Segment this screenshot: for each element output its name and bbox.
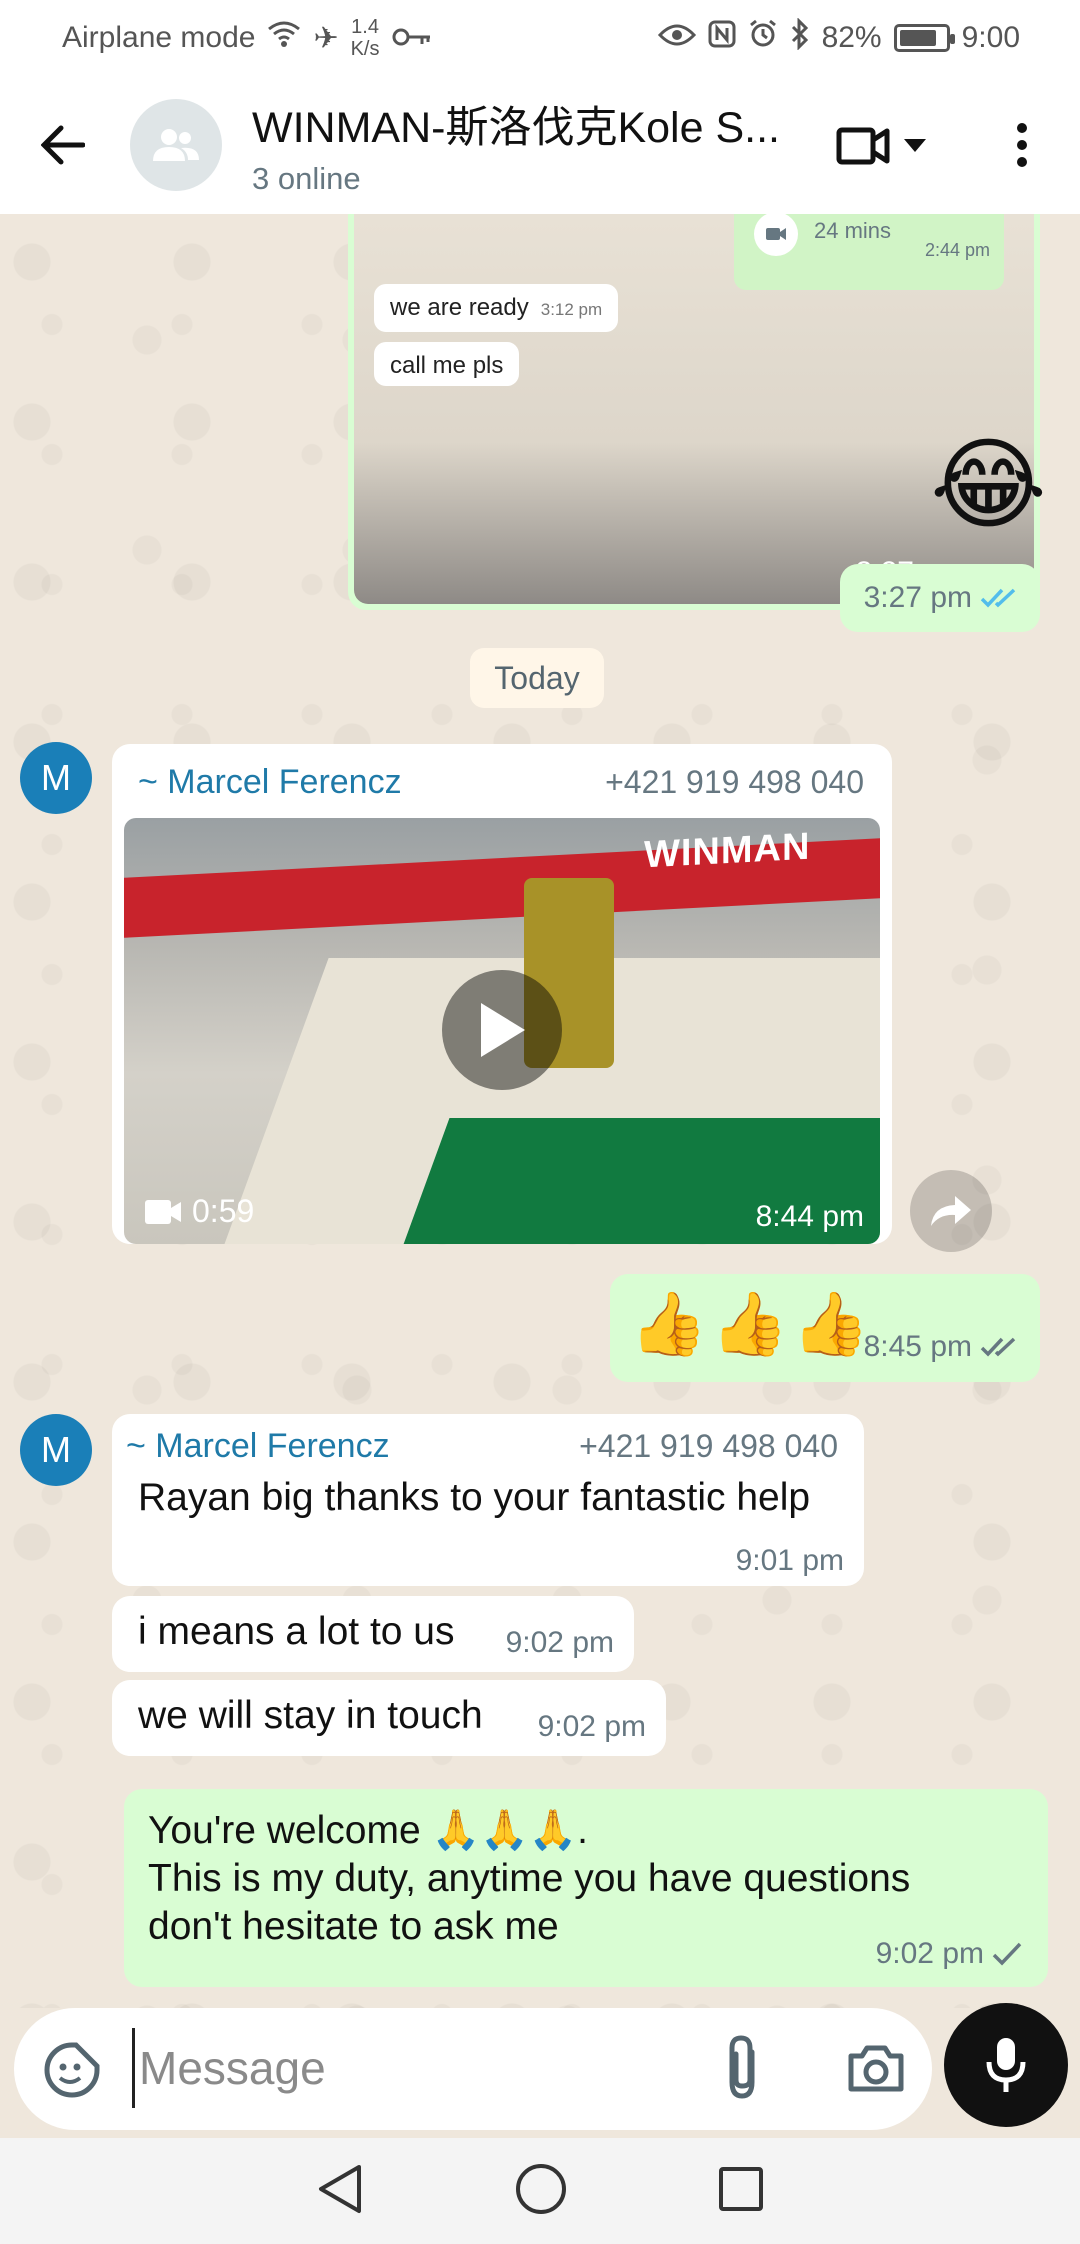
double-check-icon — [980, 1337, 1016, 1357]
airplane-icon: ✈ — [313, 21, 339, 55]
status-left: Airplane mode ✈ 1.4 K/s — [62, 16, 432, 60]
message-line: This is my duty, anytime you have questi… — [148, 1857, 911, 1900]
screenshot-call-time: 2:44 pm — [924, 240, 990, 260]
video-message[interactable]: ~ Marcel Ferencz +421 919 498 040 WINMAN… — [112, 744, 892, 1244]
sender-row: ~ Marcel Ferencz +421 919 498 040 — [124, 758, 880, 806]
header-text[interactable]: WINMAN-斯洛伐克Kole S... 3 online — [252, 93, 812, 197]
forward-icon[interactable] — [910, 1170, 992, 1252]
sender-avatar[interactable]: M — [20, 742, 92, 814]
video-call-icon — [754, 214, 798, 256]
battery-icon — [893, 24, 955, 52]
vpn-key-icon — [392, 21, 432, 55]
battery-percent: 82% — [821, 21, 882, 54]
group-icon — [153, 129, 199, 161]
message-time: 8:44 pm — [755, 1200, 864, 1233]
message-line: You're welcome 🙏🙏🙏. — [148, 1809, 589, 1852]
text-message[interactable]: i means a lot to us 9:02 pm — [112, 1596, 634, 1672]
message-input-bar — [14, 2008, 932, 2130]
message-input[interactable] — [132, 2028, 692, 2108]
wifi-icon — [267, 20, 301, 56]
message-time: 9:01 pm — [735, 1544, 844, 1577]
airplane-mode-label: Airplane mode — [62, 21, 256, 54]
video-duration: 0:59 — [144, 1193, 254, 1230]
chevron-down-icon — [904, 139, 926, 152]
check-icon — [992, 1942, 1022, 1966]
message-meta: 3:27 pm — [840, 564, 1040, 632]
clock: 9:00 — [961, 21, 1020, 54]
chat-header: WINMAN-斯洛伐克Kole S... 3 online — [0, 76, 1080, 214]
screenshot-call-duration: 24 mins — [814, 218, 892, 243]
microphone-icon — [986, 2038, 1026, 2092]
screenshot-image[interactable]: 24 mins 2:44 pm we are ready 3:12 pm call… — [354, 214, 1034, 604]
text-message[interactable]: we will stay in touch 9:02 pm — [112, 1680, 666, 1756]
sender-row: ~ Marcel Ferencz +421 919 498 040 — [126, 1422, 838, 1470]
sender-phone: +421 919 498 040 — [579, 1427, 838, 1464]
eye-icon — [657, 21, 696, 55]
camera-icon[interactable] — [848, 2044, 904, 2097]
sender-avatar[interactable]: M — [20, 1414, 92, 1486]
nfc-icon — [708, 20, 736, 56]
screenshot-message-time: 3:12 pm — [540, 300, 603, 319]
message-meta: 8:45 pm — [864, 1330, 1020, 1364]
nav-recents-icon[interactable] — [717, 2165, 765, 2218]
message-text: i means a lot to us — [138, 1610, 455, 1653]
group-title: WINMAN-斯洛伐克Kole S... — [252, 104, 780, 152]
screenshot-message: we are ready 3:12 pm — [374, 284, 619, 332]
thumbs-up-emoji: 👍👍👍 — [630, 1290, 874, 1359]
alarm-icon — [748, 19, 778, 57]
emoji-message[interactable]: 😂 — [930, 430, 1047, 540]
message-meta: 9:02 pm — [876, 1937, 1022, 1971]
status-right: 82% 9:00 — [657, 17, 1020, 58]
sender-name[interactable]: ~ Marcel Ferencz — [126, 1427, 390, 1466]
network-speed: 1.4 K/s — [351, 16, 380, 60]
nav-back-icon[interactable] — [315, 2163, 365, 2220]
sticker-icon[interactable] — [44, 2042, 100, 2103]
outgoing-message[interactable]: You're welcome 🙏🙏🙏. This is my duty, any… — [124, 1789, 1048, 1987]
text-message[interactable]: ~ Marcel Ferencz +421 919 498 040 Rayan … — [112, 1414, 864, 1586]
message-text: Rayan big thanks to your fantastic help — [138, 1476, 811, 1519]
emoji-message[interactable]: 👍👍👍 8:45 pm — [610, 1274, 1040, 1382]
battery-fill — [899, 30, 936, 46]
date-divider: Today — [470, 648, 604, 708]
brand-text: WINMAN — [644, 825, 811, 877]
video-duration-text: 0:59 — [192, 1193, 255, 1229]
play-icon[interactable] — [442, 970, 562, 1090]
video-camera-icon — [145, 1199, 181, 1224]
more-options-icon[interactable] — [1000, 114, 1044, 176]
sender-phone: +421 919 498 040 — [605, 763, 864, 800]
double-check-icon — [980, 588, 1016, 608]
sender-name[interactable]: ~ Marcel Ferencz — [138, 763, 402, 802]
message-text: we will stay in touch — [138, 1694, 483, 1737]
group-subtitle: 3 online — [252, 161, 361, 196]
network-speed-unit: K/s — [350, 38, 380, 60]
screenshot-message-text: call me pls — [390, 352, 504, 379]
message-time: 8:45 pm — [863, 1330, 972, 1363]
bluetooth-icon — [790, 17, 810, 58]
message-time: 9:02 pm — [537, 1710, 646, 1743]
back-arrow-icon[interactable] — [36, 118, 90, 172]
screenshot-video-call: 24 mins 2:44 pm — [734, 214, 1004, 290]
system-nav-bar — [0, 2138, 1080, 2244]
nav-home-icon[interactable] — [514, 2162, 568, 2221]
screenshot-message-text: we are ready — [390, 294, 529, 321]
message-time: 9:02 pm — [505, 1626, 614, 1659]
video-thumbnail[interactable]: WINMAN 0:59 8:44 pm — [124, 818, 880, 1244]
network-speed-value: 1.4 — [351, 16, 379, 38]
video-camera-icon — [836, 127, 890, 165]
attach-icon[interactable] — [722, 2034, 762, 2105]
chat-area[interactable]: 24 mins 2:44 pm we are ready 3:12 pm call… — [0, 214, 1080, 2008]
status-bar: Airplane mode ✈ 1.4 K/s 82% 9:00 — [0, 0, 1080, 76]
message-time: 9:02 pm — [875, 1937, 984, 1970]
image-message[interactable]: 24 mins 2:44 pm we are ready 3:12 pm call… — [348, 214, 1040, 610]
screenshot-message: call me pls — [374, 342, 520, 386]
group-avatar[interactable] — [130, 99, 222, 191]
video-call-button[interactable] — [836, 118, 946, 174]
microphone-button[interactable] — [944, 2003, 1068, 2127]
message-time: 3:27 pm — [863, 581, 972, 614]
